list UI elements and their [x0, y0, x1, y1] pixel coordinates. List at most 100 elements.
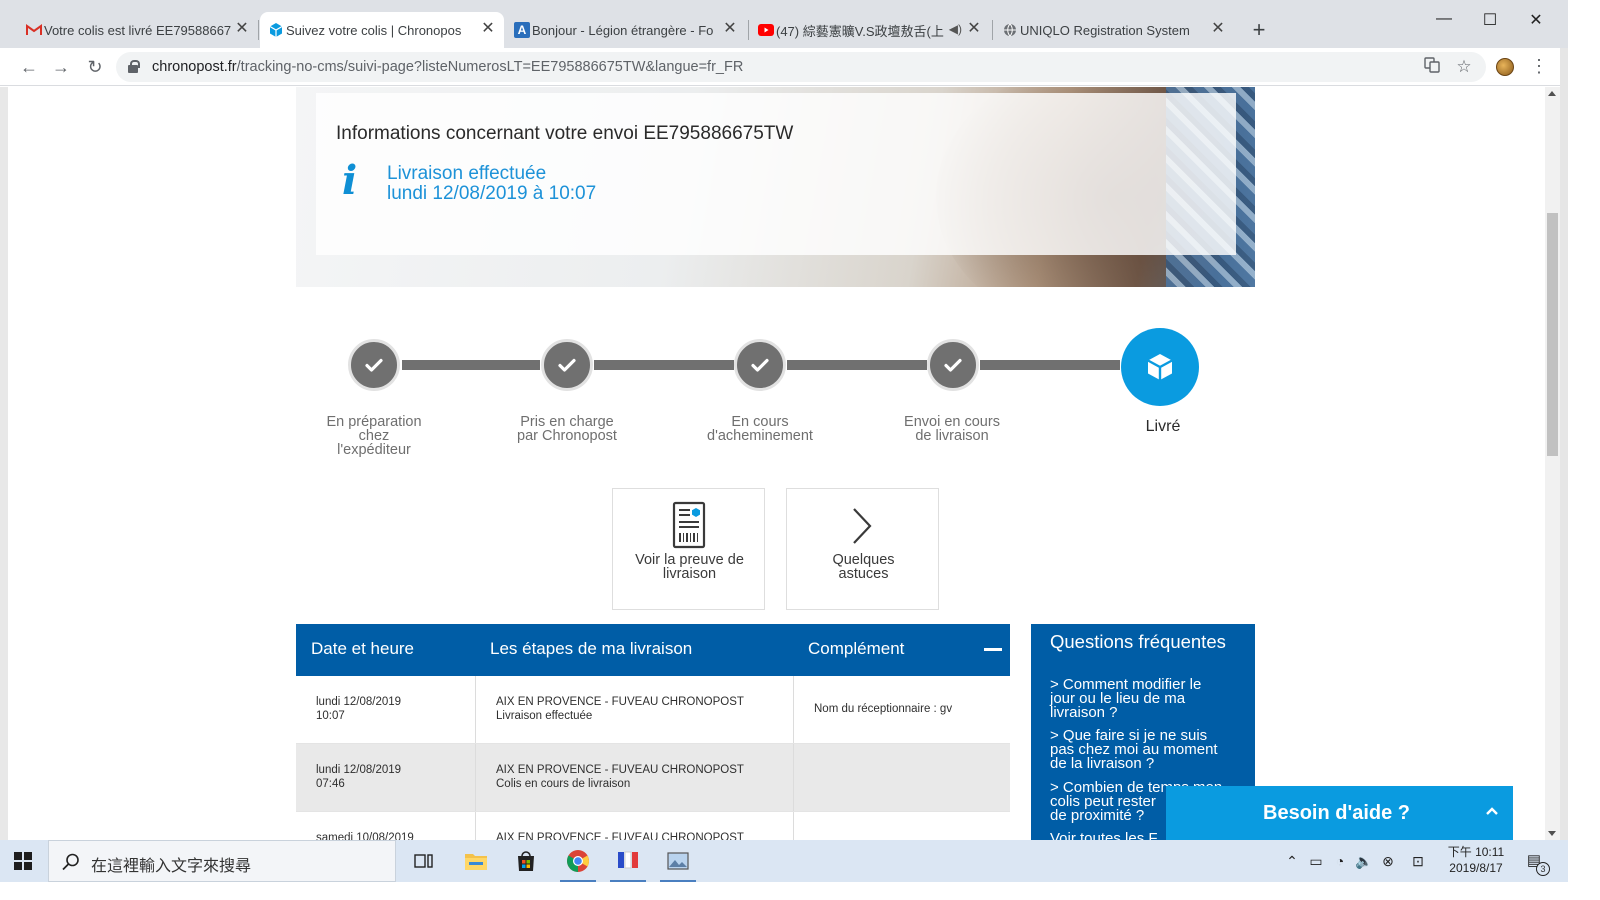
cell-complement [794, 812, 1010, 840]
info-icon: i [342, 157, 358, 204]
chrome-icon[interactable] [556, 844, 600, 882]
row-place: AIX EN PROVENCE - FUVEAU CHRONOPOST [496, 764, 744, 776]
audio-speaker-icon[interactable]: ◀) [949, 22, 962, 36]
help-label: Besoin d'aide ? [1263, 802, 1411, 824]
bookmark-star-icon[interactable]: ☆ [1454, 57, 1474, 77]
tray-expand-chevron-icon[interactable]: ⌃ [1282, 852, 1302, 870]
url-host: chronopost.fr [152, 59, 237, 75]
step-connector [594, 360, 734, 370]
globe-icon [1002, 22, 1018, 38]
address-bar[interactable]: chronopost.fr/tracking-no-cms/suivi-page… [116, 52, 1486, 82]
faq-line: de la livraison ? [1050, 755, 1155, 772]
tab-close-icon[interactable]: ✕ [480, 21, 496, 37]
shipment-heading: Informations concernant votre envoi EE79… [336, 123, 794, 144]
action-label: Voir la preuve de livraison [613, 552, 766, 582]
paint-icon[interactable] [606, 844, 650, 882]
maximize-icon[interactable]: ☐ [1478, 10, 1502, 30]
faq-line: de proximité ? [1050, 807, 1145, 824]
cell-date: lundi 12/08/2019 07:46 [296, 744, 476, 811]
tips-button[interactable]: Quelques astuces [786, 488, 939, 610]
wifi-icon[interactable]: ◔ [1330, 852, 1350, 870]
column-header-date: Date et heure [311, 639, 415, 658]
action-label-line: astuces [838, 566, 889, 582]
table-row: lundi 12/08/2019 07:46 AIX EN PROVENCE -… [296, 744, 1010, 812]
step-label-line: d'acheminement [707, 428, 813, 444]
clock-date: 2019/8/17 [1449, 861, 1503, 875]
tab-title: Bonjour - Légion étrangère - Fo [532, 22, 714, 38]
back-icon[interactable]: ← [16, 54, 42, 80]
proof-of-delivery-button[interactable]: Voir la preuve de livraison [612, 488, 765, 610]
action-label-line: Voir la preuve de [635, 552, 744, 568]
url-text[interactable]: chronopost.fr/tracking-no-cms/suivi-page… [152, 59, 743, 75]
tab-close-icon[interactable]: ✕ [234, 21, 250, 37]
file-explorer-icon[interactable] [454, 844, 498, 878]
chevron-up-icon [1486, 807, 1498, 815]
store-icon[interactable] [504, 844, 548, 878]
tab-legion[interactable]: A Bonjour - Légion étrangère - Fo ✕ [506, 12, 746, 48]
row-time: 10:07 [316, 710, 345, 722]
lock-icon[interactable] [128, 60, 140, 73]
profile-avatar[interactable] [1496, 58, 1514, 76]
tab-uniqlo[interactable]: UNIQLO Registration System ✕ [994, 12, 1234, 48]
youtube-icon [758, 22, 774, 38]
windows-start-icon[interactable] [14, 852, 32, 870]
step-5-package-icon [1121, 328, 1199, 406]
delivery-status: Livraison effectuée [387, 163, 547, 184]
input-method-icon[interactable]: ⊡ [1408, 852, 1428, 870]
row-date: lundi 12/08/2019 [316, 764, 402, 776]
cell-complement [794, 744, 1010, 811]
close-window-icon[interactable]: ✕ [1524, 10, 1548, 30]
scroll-up-arrow-icon[interactable] [1548, 91, 1556, 96]
gmail-icon [26, 22, 42, 38]
row-place: AIX EN PROVENCE - FUVEAU CHRONOPOST [496, 696, 744, 708]
step-label-line: l'expéditeur [337, 442, 411, 458]
search-icon [62, 853, 79, 871]
tab-title: (47) 綜藝憲曠V.S政壇敖舌(上 [776, 23, 944, 39]
page-left-edge [0, 87, 8, 840]
step-label-line: de livraison [915, 428, 989, 444]
step-label-line: Livré [1145, 418, 1181, 435]
no-connection-icon[interactable]: ⊗ [1378, 852, 1398, 870]
volume-icon[interactable]: 🔈 [1354, 852, 1374, 870]
tab-youtube[interactable]: (47) 綜藝憲曠V.S政壇敖舌(上 ◀) ✕ [750, 12, 990, 48]
collapse-minus-icon[interactable] [984, 648, 1002, 651]
taskbar-search-input[interactable]: 在這裡輸入文字來搜尋 [48, 840, 396, 882]
minimize-icon[interactable]: — [1432, 10, 1456, 28]
window-right-edge [1560, 48, 1568, 840]
cell-step: AIX EN PROVENCE - FUVEAU CHRONOPOST [476, 812, 794, 840]
tab-gmail[interactable]: Votre colis est livré EE79588667 ✕ [18, 12, 258, 48]
browser-menu-icon[interactable]: ⋮ [1530, 56, 1548, 76]
row-place: AIX EN PROVENCE - FUVEAU CHRONOPOST [496, 832, 744, 840]
forward-icon[interactable]: → [48, 54, 74, 80]
tab-separator [258, 20, 259, 40]
cell-complement: Nom du réceptionnaire : gv [794, 676, 1010, 743]
faq-see-all-link[interactable]: Voir toutes les F [1050, 831, 1158, 840]
tab-close-icon[interactable]: ✕ [722, 21, 738, 37]
photos-icon[interactable] [656, 844, 700, 882]
step-3-label: En cours d'acheminement [680, 415, 840, 444]
new-tab-button[interactable]: + [1248, 18, 1270, 42]
scroll-down-arrow-icon[interactable] [1548, 831, 1556, 836]
translate-icon[interactable] [1422, 57, 1442, 77]
action-label: Quelques astuces [787, 552, 940, 582]
taskbar-clock[interactable]: 下午 10:11 2019/8/17 [1436, 844, 1516, 876]
scroll-thumb[interactable] [1547, 213, 1558, 456]
cell-step: AIX EN PROVENCE - FUVEAU CHRONOPOST Livr… [476, 676, 794, 743]
cell-step: AIX EN PROVENCE - FUVEAU CHRONOPOST Coli… [476, 744, 794, 811]
battery-icon[interactable]: ▭ [1306, 852, 1326, 870]
tab-strip: Votre colis est livré EE79588667 ✕ Suive… [0, 0, 1568, 48]
help-chat-button[interactable]: Besoin d'aide ? [1166, 786, 1513, 840]
tab-chronopost[interactable]: Suivez votre colis | Chronopos ✕ [260, 12, 504, 48]
letter-a-icon: A [514, 22, 530, 38]
action-label-line: Quelques [832, 552, 895, 568]
faq-title: Questions fréquentes [1050, 631, 1226, 652]
cell-date: lundi 12/08/2019 10:07 [296, 676, 476, 743]
step-connector [980, 360, 1120, 370]
task-view-icon[interactable] [402, 844, 446, 878]
page-scrollbar[interactable] [1545, 87, 1560, 840]
chevron-right-icon [853, 508, 872, 544]
tab-close-icon[interactable]: ✕ [1210, 21, 1226, 37]
reload-icon[interactable]: ↻ [82, 54, 108, 80]
step-label-line: par Chronopost [517, 428, 617, 444]
tab-close-icon[interactable]: ✕ [966, 21, 982, 37]
